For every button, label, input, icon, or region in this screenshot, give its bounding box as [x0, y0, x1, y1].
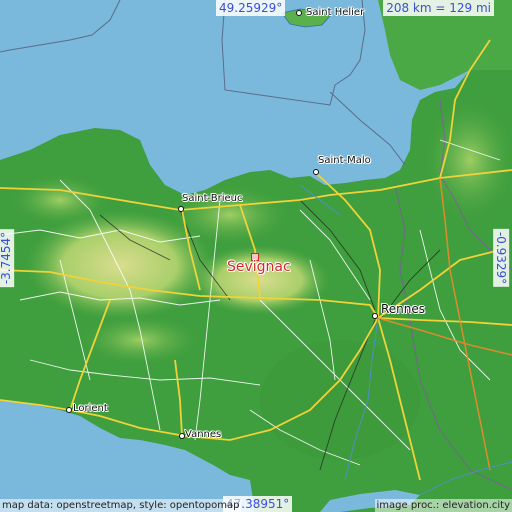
city-label-rennes: Rennes — [381, 302, 426, 316]
place-label: Sevignac — [227, 259, 291, 275]
east-longitude-label: -0.9329° — [493, 228, 510, 288]
relief-lowland — [260, 340, 420, 460]
west-longitude-label: -3.7454° — [0, 228, 15, 288]
relief-highland — [10, 175, 110, 225]
city-dot-lorient — [66, 407, 72, 413]
city-dot-rennes — [372, 313, 378, 319]
city-label-saint-helier: Saint Helier — [306, 7, 365, 18]
city-label-lorient: Lorient — [73, 403, 108, 414]
map-attribution: map data: openstreetmap, style: opentopo… — [0, 499, 242, 512]
relief-highland — [80, 315, 200, 365]
city-label-vannes: Vannes — [185, 429, 222, 440]
city-dot-saint-helier — [296, 10, 302, 16]
city-label-saint-malo: Saint-Malo — [318, 155, 371, 166]
image-credit: image proc.: elevation.city — [374, 499, 512, 512]
relief-highland — [190, 245, 330, 315]
city-dot-saint-brieuc — [178, 206, 184, 212]
city-dot-saint-malo — [313, 169, 319, 175]
city-label-saint-brieuc: Saint-Brieuc — [182, 193, 243, 204]
north-latitude-label: 49.25929° — [216, 0, 286, 16]
scale-label-top: 208 km = 129 mi — [383, 0, 494, 16]
